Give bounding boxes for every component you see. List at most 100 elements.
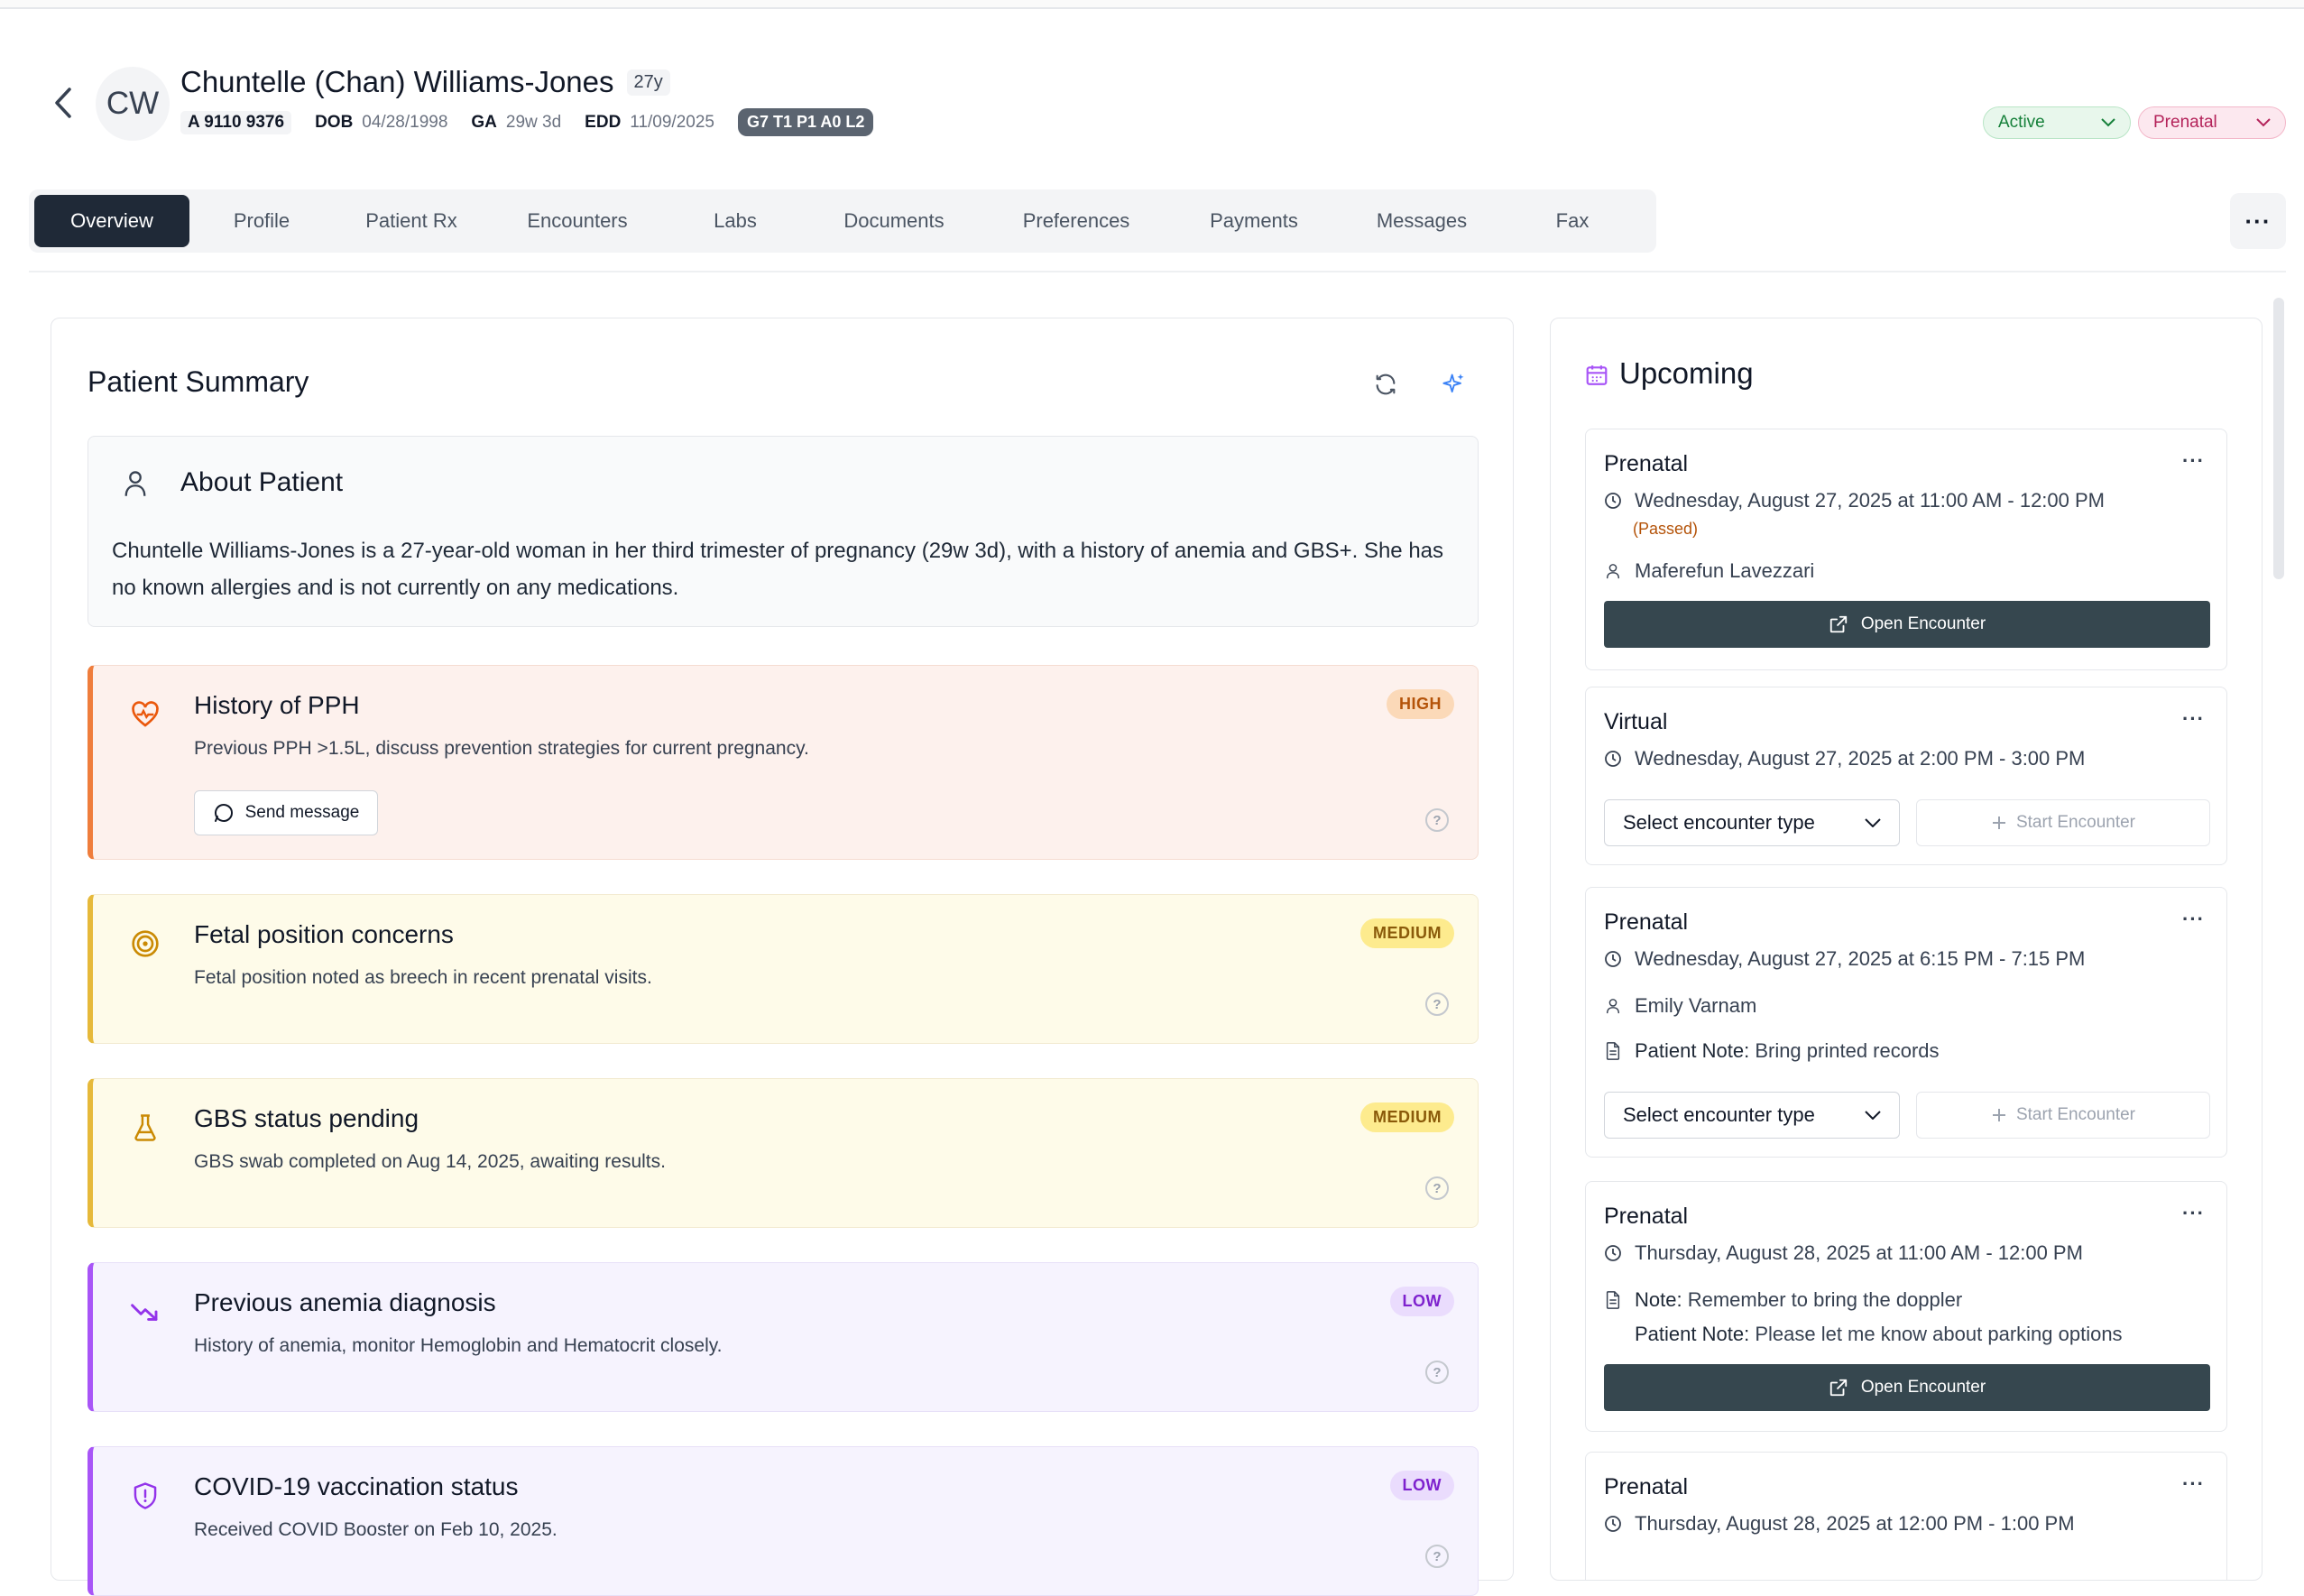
scrollbar[interactable] [2273,298,2284,579]
encounter-type-select[interactable]: Select encounter type [1604,1092,1900,1139]
open-encounter-label: Open Encounter [1860,614,1986,633]
appointment-time: Thursday, August 28, 2025 at 12:00 PM - … [1604,1512,2075,1536]
provider-name: Emily Varnam [1635,994,1757,1017]
tab-overview[interactable]: Overview [34,195,189,247]
appointment-note: Note: Remember to bring the doppler [1604,1288,1962,1312]
appointment-type: Prenatal [1604,1204,1689,1229]
appointment-datetime: Thursday, August 28, 2025 at 11:00 AM - … [1635,1241,2083,1264]
appointment-type: Virtual [1604,709,1668,734]
start-encounter-label: Start Encounter [2015,813,2136,832]
alert-description: History of anemia, monitor Hemoglobin an… [194,1335,723,1356]
card-more-button[interactable]: ··· [2182,1472,2205,1496]
avatar: CW [96,67,170,141]
appointment-datetime: Wednesday, August 27, 2025 at 2:00 PM - … [1635,747,2086,770]
alert-description: Fetal position noted as breech in recent… [194,967,652,988]
file-text-icon [1606,1042,1620,1060]
help-icon[interactable]: ? [1425,1176,1449,1200]
tab-fax[interactable]: Fax [1505,195,1640,247]
open-encounter-label: Open Encounter [1860,1378,1986,1397]
severity-badge: LOW [1389,1471,1454,1500]
start-encounter-button[interactable]: Start Encounter [1916,1092,2210,1139]
tab-documents[interactable]: Documents [805,195,983,247]
provider-name: Maferefun Lavezzari [1635,559,1815,582]
card-more-button[interactable]: ··· [2182,449,2205,473]
patient-header: CW Chuntelle (Chan) Williams-Jones 27y A… [0,7,2304,179]
gtpal-badge: G7 T1 P1 A0 L2 [737,108,874,136]
clock-icon [1605,1245,1621,1261]
note-text: Remember to bring the doppler [1687,1288,1963,1311]
refresh-icon [1376,374,1396,395]
appointment-type: Prenatal [1604,909,1689,935]
appointment-card: Prenatal ··· Wednesday, August 27, 2025 … [1585,887,2227,1158]
status-dropdown[interactable]: Active [1983,106,2131,139]
tab-patient-rx[interactable]: Patient Rx [334,195,489,247]
encounter-type-select[interactable]: Select encounter type [1604,799,1900,846]
severity-badge: HIGH [1387,689,1454,719]
upcoming-panel: Upcoming Prenatal ··· Wednesday, August … [1550,318,2263,1581]
alert-description: Previous PPH >1.5L, discuss prevention s… [194,738,809,759]
tab-labs[interactable]: Labs [666,195,805,247]
patient-name-row: Chuntelle (Chan) Williams-Jones 27y [180,65,670,99]
appointment-datetime: Wednesday, August 27, 2025 at 6:15 PM - … [1635,947,2086,970]
external-link-icon [1829,615,1847,633]
appointment-provider: Emily Varnam [1604,994,1756,1018]
appointment-card: Prenatal ··· Thursday, August 28, 2025 a… [1585,1181,2227,1432]
appointment-card: Virtual ··· Wednesday, August 27, 2025 a… [1585,687,2227,865]
chevron-down-icon [2101,118,2115,127]
card-more-button[interactable]: ··· [2182,1202,2205,1225]
appointment-time: Wednesday, August 27, 2025 at 6:15 PM - … [1604,947,2085,971]
ga-value: 29w 3d [505,112,562,132]
help-icon[interactable]: ? [1425,1361,1449,1384]
patient-summary-panel: Patient Summary About Patient Chuntelle … [51,318,1514,1596]
plus-icon [1992,816,2005,829]
severity-badge: LOW [1389,1287,1454,1316]
edd-label: EDD [585,112,622,132]
patient-summary-title: Patient Summary [88,365,309,398]
passed-label: (Passed) [1633,520,1699,538]
about-patient-title: About Patient [180,467,344,497]
external-link-icon [1829,1379,1847,1397]
tab-messages[interactable]: Messages [1339,195,1505,247]
appointment-datetime: Wednesday, August 27, 2025 at 11:00 AM -… [1635,489,2106,512]
appointment-datetime: Thursday, August 28, 2025 at 12:00 PM - … [1635,1512,2075,1535]
ai-summary-button[interactable] [1433,364,1475,405]
appointment-type: Prenatal [1604,1474,1689,1499]
back-button[interactable] [47,81,79,125]
refresh-button[interactable] [1365,364,1406,405]
alert-card-covid: COVID-19 vaccination status Received COV… [88,1446,1479,1596]
appointment-patient-note: Patient Note: Please let me know about p… [1635,1323,2123,1346]
ga-field: GA 29w 3d [471,113,561,133]
flask-icon [134,1114,156,1141]
upcoming-title: Upcoming [1619,356,1754,390]
send-message-button[interactable]: Send message [194,790,378,835]
appointment-card: Prenatal ··· Thursday, August 28, 2025 a… [1585,1452,2227,1580]
open-encounter-button[interactable]: Open Encounter [1604,601,2210,648]
chevron-down-icon [1865,818,1881,827]
alert-description: GBS swab completed on Aug 14, 2025, awai… [194,1151,666,1172]
help-icon[interactable]: ? [1425,992,1449,1016]
trending-down-icon [131,1304,158,1321]
alert-card-gbs-status: GBS status pending GBS swab completed on… [88,1078,1479,1228]
user-icon [124,471,146,496]
open-encounter-button[interactable]: Open Encounter [1604,1364,2210,1411]
more-actions-button[interactable]: ··· [2230,193,2286,249]
tab-profile[interactable]: Profile [189,195,334,247]
tab-encounters[interactable]: Encounters [489,195,666,247]
chevron-down-icon [1865,1111,1881,1120]
patient-note-text: Please let me know about parking options [1755,1323,2123,1345]
tab-payments[interactable]: Payments [1169,195,1339,247]
shield-icon [134,1482,157,1509]
tab-preferences[interactable]: Preferences [983,195,1169,247]
start-encounter-button[interactable]: Start Encounter [1916,799,2210,846]
alert-title: Fetal position concerns [194,920,454,948]
card-more-button[interactable]: ··· [2182,908,2205,931]
help-icon[interactable]: ? [1425,808,1449,832]
alert-title: Previous anemia diagnosis [194,1288,496,1316]
alert-card-pph: History of PPH Previous PPH >1.5L, discu… [88,665,1479,860]
edd-value: 11/09/2025 [630,112,714,132]
severity-badge: MEDIUM [1360,1102,1454,1132]
card-more-button[interactable]: ··· [2182,707,2205,731]
care-type-dropdown[interactable]: Prenatal [2138,106,2286,139]
appointment-provider: Maferefun Lavezzari [1604,559,1814,583]
help-icon[interactable]: ? [1425,1545,1449,1568]
